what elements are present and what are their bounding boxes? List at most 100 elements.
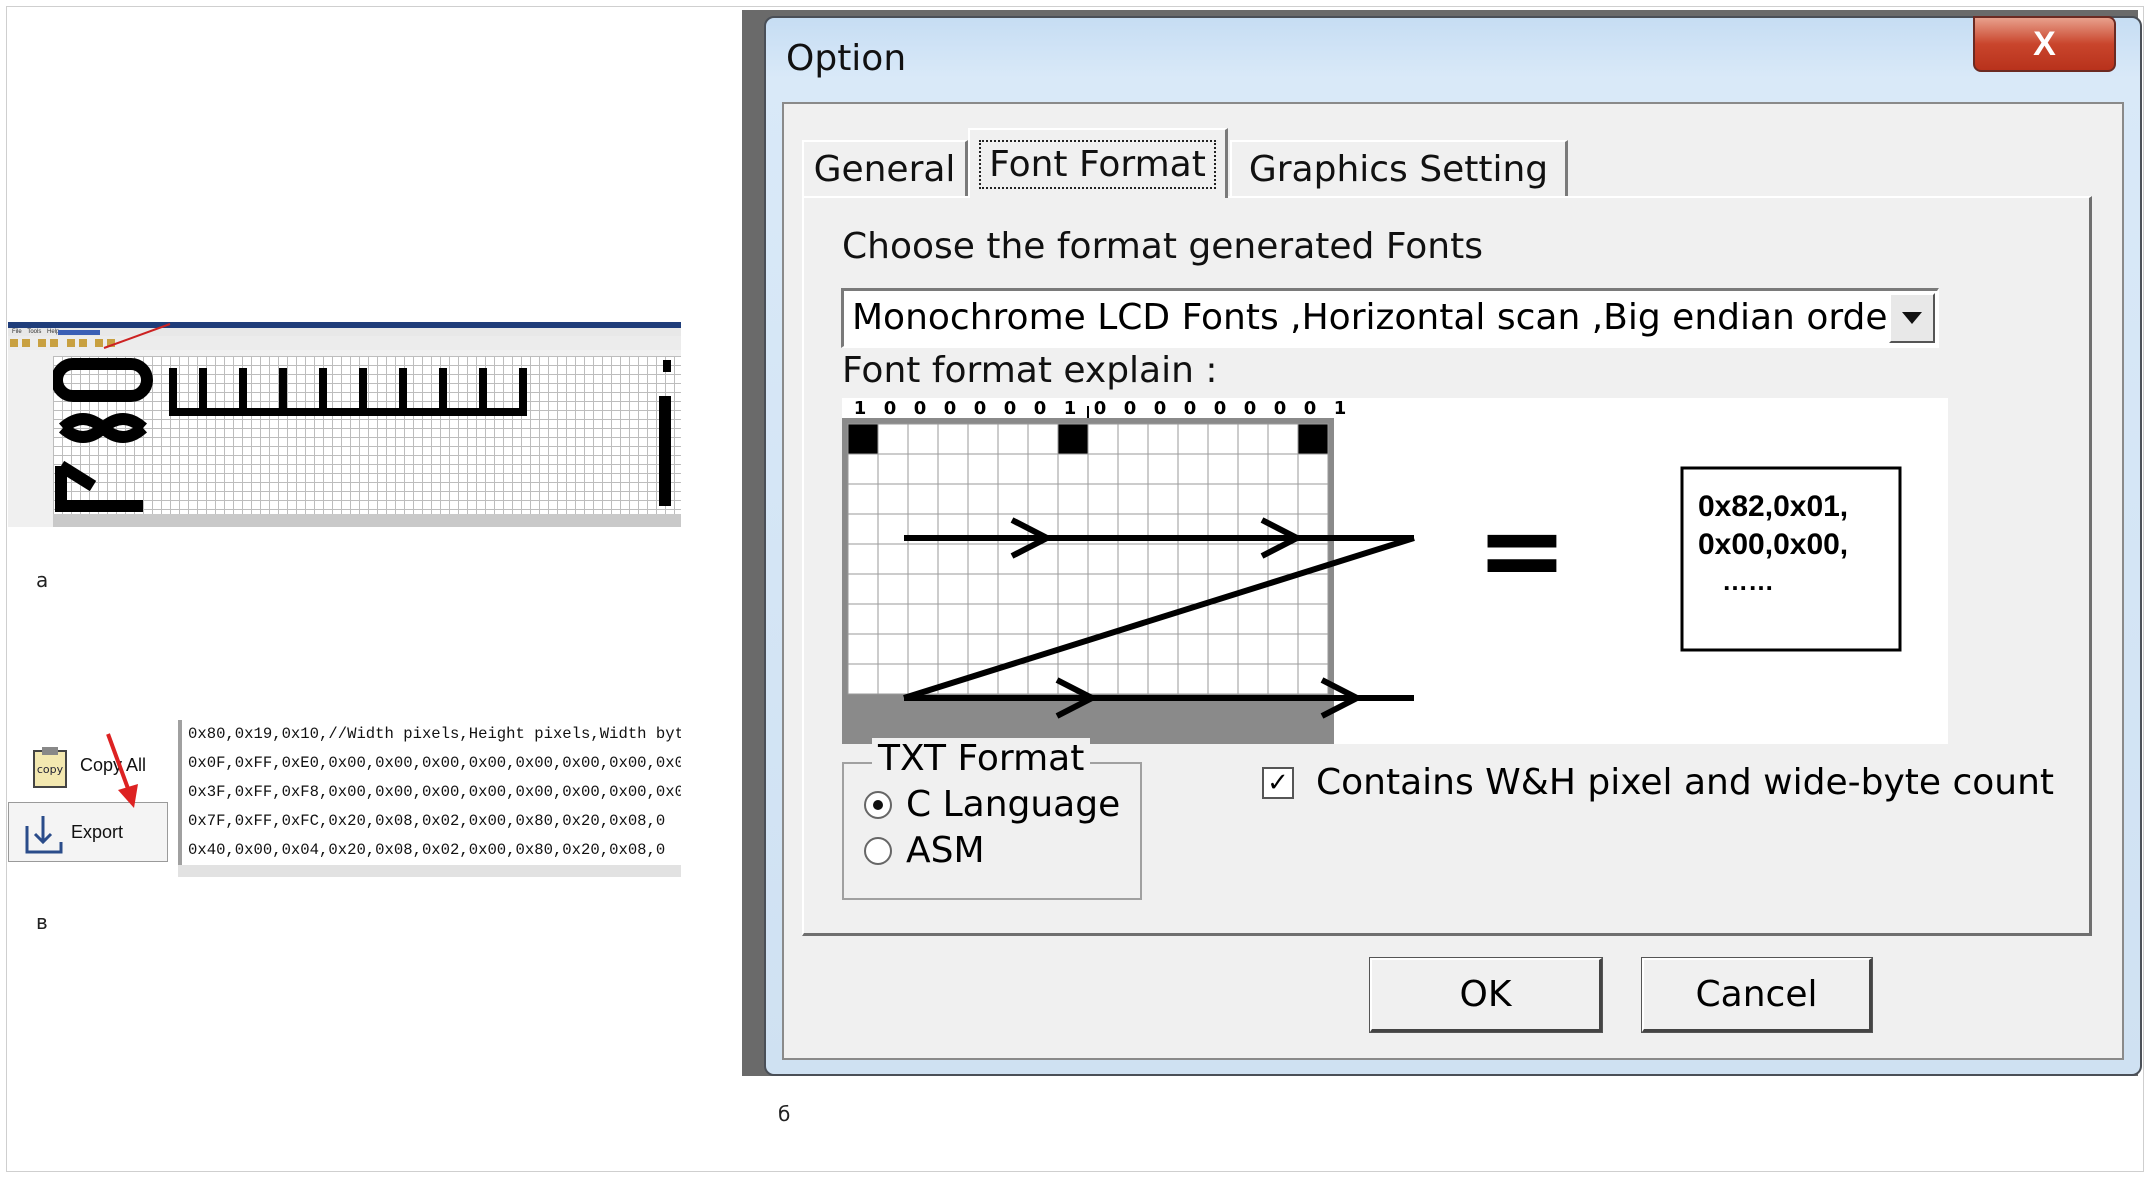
pixel-cell <box>1117 573 1149 605</box>
pixel-cell <box>1207 603 1239 635</box>
checkbox-box[interactable]: ✓ <box>1262 766 1294 799</box>
pixel-cell <box>937 543 969 575</box>
pixel-cell <box>877 453 909 485</box>
pixel-cell <box>967 633 999 665</box>
pixel-cell <box>1267 453 1299 485</box>
pixel-cell <box>967 483 999 515</box>
paste-icon[interactable] <box>78 339 87 347</box>
pixel-cell <box>1147 573 1179 605</box>
pixel-cell <box>1207 483 1239 515</box>
pixel-cell <box>967 423 999 455</box>
copy-all-button[interactable]: copy Copy All <box>18 738 168 792</box>
glyph-drawing <box>51 358 671 512</box>
menu-file[interactable]: File <box>12 329 22 335</box>
format-select[interactable]: Monochrome LCD Fonts ,Horizontal scan ,B… <box>841 288 1939 348</box>
pixel-grid-canvas[interactable] <box>51 356 681 514</box>
bit-label: 0 <box>1244 398 1257 419</box>
radio-c-language-label: C Language <box>906 784 1121 825</box>
radio-c-language[interactable]: C Language <box>864 784 1120 825</box>
export-download-icon <box>21 812 63 854</box>
wh-count-checkbox[interactable]: ✓ Contains W&H pixel and wide-byte count <box>1262 762 2054 803</box>
radio-asm[interactable]: ASM <box>864 830 985 871</box>
pixel-cell <box>967 543 999 575</box>
pixel-cell <box>847 453 879 485</box>
open-icon[interactable] <box>22 339 30 347</box>
pixel-cell <box>1087 573 1119 605</box>
pixel-cell <box>1147 453 1179 485</box>
pixel-cell <box>1177 543 1209 575</box>
editor-hscrollbar[interactable] <box>53 514 681 527</box>
panel-a-label: a <box>36 568 49 592</box>
pixel-cell <box>1057 603 1089 635</box>
tab-general[interactable]: General <box>802 140 968 196</box>
pixel-cell <box>907 483 939 515</box>
pixel-cell <box>1297 483 1329 515</box>
option-dialog: Option X General Font Format Graphics Se… <box>742 10 2142 1080</box>
pixel-cell <box>1207 633 1239 665</box>
pixel-cell <box>1147 483 1179 515</box>
pixel-cell <box>1297 453 1329 485</box>
bit-label: 0 <box>1274 398 1287 419</box>
explain-drawing: 10000001000000001 = 0x82,0x01, 0x00,0x00… <box>842 398 1902 744</box>
ok-button[interactable]: OK <box>1369 957 1603 1033</box>
bit-label: 0 <box>944 398 957 419</box>
radio-button[interactable] <box>864 836 892 865</box>
save-icon[interactable] <box>38 339 47 347</box>
tab-graphics-setting[interactable]: Graphics Setting <box>1230 140 1568 196</box>
tab-font-format[interactable]: Font Format <box>968 128 1228 198</box>
code-hscrollbar[interactable] <box>178 865 681 877</box>
export-button[interactable]: Export <box>8 802 168 862</box>
pixel-cell <box>937 633 969 665</box>
bit-label: 1 <box>1064 398 1077 419</box>
pixel-cell <box>1087 543 1119 575</box>
pixel-cell <box>1177 453 1209 485</box>
pixel-cell <box>1177 663 1209 695</box>
dialog-title: Option <box>786 38 907 79</box>
pixel-cell <box>1237 663 1269 695</box>
pixel-cell <box>847 573 879 605</box>
editor-combo[interactable] <box>58 330 100 335</box>
export-code-output[interactable]: 0x80,0x19,0x10,//Width pixels,Height pix… <box>178 720 681 865</box>
pixel-cell <box>1237 633 1269 665</box>
result-line-2: 0x00,0x00, <box>1698 528 1848 561</box>
pixel-cell <box>1237 483 1269 515</box>
panel-b-label: б <box>778 1102 791 1126</box>
pixel-cell <box>967 453 999 485</box>
bit-label: 0 <box>1124 398 1137 419</box>
pixel-cell <box>997 603 1029 635</box>
pixel-cell <box>907 573 939 605</box>
pixel-cell <box>847 603 879 635</box>
equals-sign: = <box>1476 486 1568 614</box>
pixel-cell <box>937 603 969 635</box>
bit-label: 0 <box>884 398 897 419</box>
pixel-cell <box>877 603 909 635</box>
pixel-cell <box>1057 573 1089 605</box>
dropdown-button[interactable] <box>1889 293 1935 343</box>
pixel-cell <box>1267 663 1299 695</box>
pixel-cell <box>1297 423 1329 455</box>
print-icon[interactable] <box>50 339 59 347</box>
radio-button-selected[interactable] <box>864 790 892 819</box>
pixel-cell <box>1027 423 1059 455</box>
pixel-cell <box>1237 423 1269 455</box>
bit-label: 0 <box>1034 398 1047 419</box>
copy-icon[interactable] <box>66 339 75 347</box>
result-line-1: 0x82,0x01, <box>1698 490 1848 523</box>
new-icon[interactable] <box>10 339 18 347</box>
bit-label: 0 <box>1094 398 1107 419</box>
code-line: 0x80,0x19,0x10,//Width pixels,Height pix… <box>188 725 681 743</box>
pixel-cell <box>1237 603 1269 635</box>
pixel-cell <box>1177 573 1209 605</box>
editor-side-panel <box>10 352 38 382</box>
red-arrow-icon <box>103 323 171 349</box>
copy-icon-text: copy <box>37 763 64 776</box>
menu-tools[interactable]: Tools <box>27 329 41 335</box>
pixel-cell <box>1177 483 1209 515</box>
pixel-cell <box>907 453 939 485</box>
close-button[interactable]: X <box>1973 16 2116 72</box>
pixel-cell <box>1027 453 1059 485</box>
pixel-cell <box>847 663 879 695</box>
pixel-cell <box>1057 483 1089 515</box>
pixel-cell <box>937 483 969 515</box>
cancel-button[interactable]: Cancel <box>1641 957 1873 1033</box>
